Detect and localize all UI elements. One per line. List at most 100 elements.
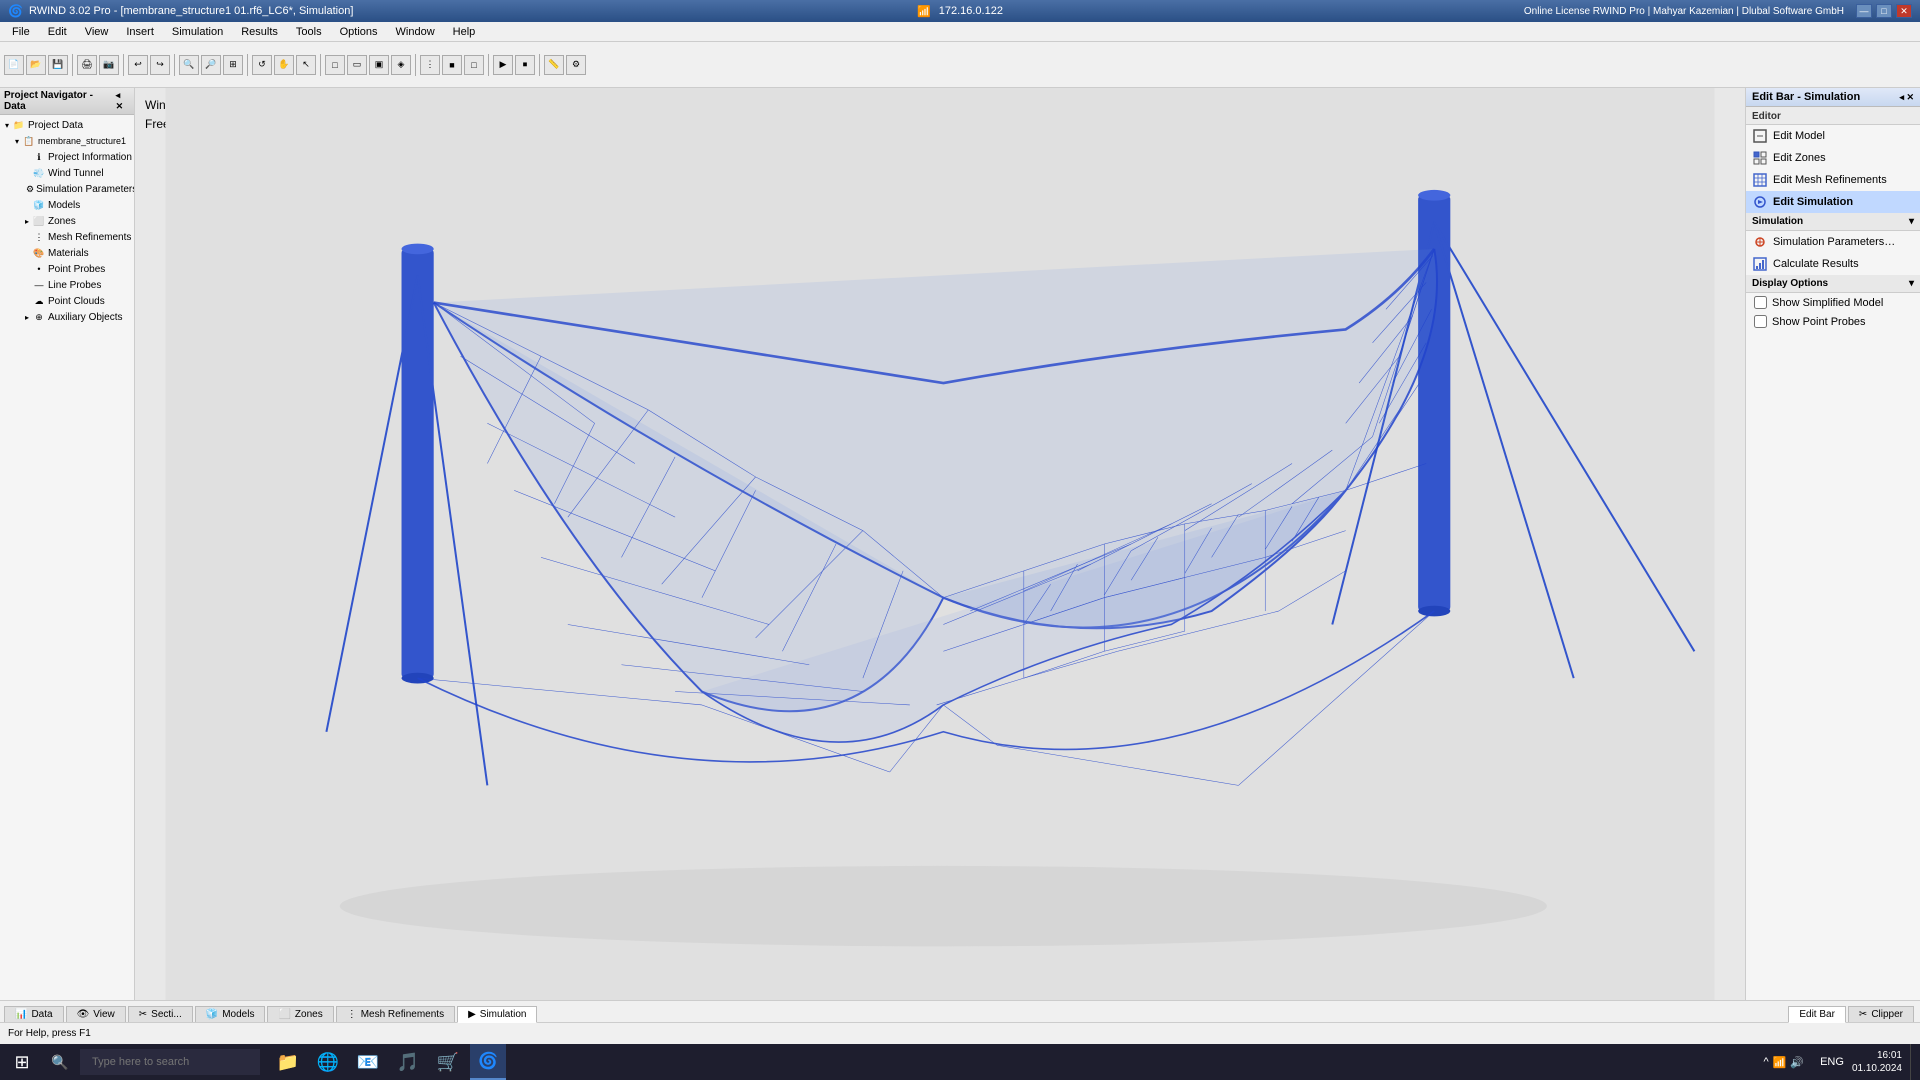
toolbar-front[interactable]: □ — [325, 55, 345, 75]
menu-view[interactable]: View — [77, 24, 117, 40]
toolbar-measure[interactable]: 📏 — [544, 55, 564, 75]
toolbar-top[interactable]: ▣ — [369, 55, 389, 75]
menu-window[interactable]: Window — [388, 24, 443, 40]
edit-model-item[interactable]: Edit Model — [1746, 125, 1920, 147]
taskbar-explorer[interactable]: 📁 — [270, 1044, 306, 1080]
viewport[interactable]: Wind Tunnel Dimensions: Dx = 80.553 m, D… — [135, 88, 1745, 1000]
toolbar-print[interactable]: 🖨 — [77, 55, 97, 75]
expand-project[interactable]: ▾ — [2, 120, 12, 130]
toolbar-redo[interactable]: ↪ — [150, 55, 170, 75]
taskbar-media[interactable]: 🎵 — [390, 1044, 426, 1080]
tab-view[interactable]: 👁 View — [66, 1006, 126, 1022]
tab-section[interactable]: ✂ Secti... — [128, 1006, 193, 1022]
system-tray-icons[interactable]: ^ 📶 🔊 — [1756, 1044, 1813, 1080]
search-button[interactable]: 🔍 — [42, 1044, 78, 1080]
clock[interactable]: 16:01 01.10.2024 — [1852, 1049, 1902, 1075]
tray-icon-1: ^ — [1764, 1056, 1769, 1068]
tab-mesh-label: Mesh Refinements — [361, 1009, 444, 1020]
tree-membrane[interactable]: ▾ 📋 membrane_structure1 — [0, 133, 134, 149]
tree-wind-tunnel[interactable]: ▸ 💨 Wind Tunnel — [0, 165, 134, 181]
edit-mesh-item[interactable]: Edit Mesh Refinements — [1746, 169, 1920, 191]
expand-aux[interactable]: ▸ — [22, 312, 32, 322]
toolbar-sep1 — [72, 54, 73, 76]
menu-edit[interactable]: Edit — [40, 24, 75, 40]
volume-tray-icon: 🔊 — [1790, 1056, 1804, 1069]
toolbar-settings[interactable]: ⚙ — [566, 55, 586, 75]
toolbar-wire[interactable]: □ — [464, 55, 484, 75]
taskbar-rwind[interactable]: 🌀 — [470, 1044, 506, 1080]
show-desktop-btn[interactable] — [1910, 1044, 1916, 1080]
tree-project-data[interactable]: ▾ 📁 Project Data — [0, 117, 134, 133]
taskbar-edge[interactable]: 🌐 — [310, 1044, 346, 1080]
menu-file[interactable]: File — [4, 24, 38, 40]
toolbar-mesh[interactable]: ⋮ — [420, 55, 440, 75]
simulation-collapse-icon[interactable]: ▾ — [1909, 216, 1914, 227]
toolbar-rotate[interactable]: ↺ — [252, 55, 272, 75]
tree-models[interactable]: ▸ 🧊 Models — [0, 197, 134, 213]
tree-point-probes[interactable]: ▸ • Point Probes — [0, 261, 134, 277]
taskbar-mail[interactable]: 📧 — [350, 1044, 386, 1080]
tree-sim-params[interactable]: ▸ ⚙ Simulation Parameters — [0, 181, 134, 197]
toolbar-fit[interactable]: ⊞ — [223, 55, 243, 75]
tree-project-info[interactable]: ▸ ℹ Project Information — [0, 149, 134, 165]
license-info: Online License RWIND Pro | Mahyar Kazemi… — [1524, 6, 1844, 17]
toolbar-stop[interactable]: ⏹ — [515, 55, 535, 75]
tab-models-icon: 🧊 — [206, 1009, 218, 1020]
edit-zones-item[interactable]: Edit Zones — [1746, 147, 1920, 169]
toolbar-zoom-out[interactable]: 🔎 — [201, 55, 221, 75]
taskbar-search-input[interactable] — [80, 1049, 260, 1075]
maximize-button[interactable]: □ — [1876, 4, 1892, 18]
toolbar-side[interactable]: ▭ — [347, 55, 367, 75]
tab-models[interactable]: 🧊 Models — [195, 1006, 266, 1022]
toolbar-zoom-in[interactable]: 🔍 — [179, 55, 199, 75]
toolbar-open[interactable]: 📂 — [26, 55, 46, 75]
display-collapse-icon[interactable]: ▾ — [1909, 278, 1914, 289]
close-button[interactable]: ✕ — [1896, 4, 1912, 18]
toolbar-sep2 — [123, 54, 124, 76]
tab-edit-bar[interactable]: Edit Bar — [1788, 1006, 1846, 1023]
toolbar-save[interactable]: 💾 — [48, 55, 68, 75]
menu-tools[interactable]: Tools — [288, 24, 330, 40]
edit-model-icon — [1752, 128, 1768, 144]
sim-params-item[interactable]: Simulation Parameters… — [1746, 231, 1920, 253]
tree-aux-objects[interactable]: ▸ ⊕ Auxiliary Objects — [0, 309, 134, 325]
toolbar-sep5 — [320, 54, 321, 76]
menu-help[interactable]: Help — [445, 24, 484, 40]
minimize-button[interactable]: — — [1856, 4, 1872, 18]
toolbar-select[interactable]: ↖ — [296, 55, 316, 75]
show-point-probes-item[interactable]: Show Point Probes — [1746, 312, 1920, 331]
tree-zones[interactable]: ▸ ⬜ Zones — [0, 213, 134, 229]
expand-zones[interactable]: ▸ — [22, 216, 32, 226]
edit-simulation-item[interactable]: Edit Simulation — [1746, 191, 1920, 213]
taskbar-store[interactable]: 🛒 — [430, 1044, 466, 1080]
tab-zones[interactable]: ⬜ Zones — [267, 1006, 333, 1022]
expand-membrane[interactable]: ▾ — [12, 136, 22, 146]
menu-options[interactable]: Options — [332, 24, 386, 40]
point-clouds-icon: ☁ — [32, 294, 46, 308]
tab-simulation[interactable]: ▶ Simulation — [457, 1006, 537, 1023]
toolbar-play[interactable]: ▶ — [493, 55, 513, 75]
menu-insert[interactable]: Insert — [118, 24, 162, 40]
toolbar-new[interactable]: 📄 — [4, 55, 24, 75]
start-button[interactable]: ⊞ — [4, 1044, 40, 1080]
show-simplified-model-checkbox[interactable] — [1754, 296, 1767, 309]
tree-point-clouds[interactable]: ▸ ☁ Point Clouds — [0, 293, 134, 309]
toolbar-screenshot[interactable]: 📷 — [99, 55, 119, 75]
toolbar-iso[interactable]: ◈ — [391, 55, 411, 75]
tree-materials[interactable]: ▸ 🎨 Materials — [0, 245, 134, 261]
menu-simulation[interactable]: Simulation — [164, 24, 231, 40]
show-point-probes-checkbox[interactable] — [1754, 315, 1767, 328]
menu-results[interactable]: Results — [233, 24, 286, 40]
tree-line-probes[interactable]: ▸ — Line Probes — [0, 277, 134, 293]
toolbar-pan[interactable]: ✋ — [274, 55, 294, 75]
tab-data[interactable]: 📊 Data — [4, 1006, 64, 1022]
calc-results-item[interactable]: Calculate Results — [1746, 253, 1920, 275]
tab-zones-icon: ⬜ — [278, 1009, 290, 1020]
tab-mesh-refinements[interactable]: ⋮ Mesh Refinements — [336, 1006, 455, 1022]
toolbar-solid[interactable]: ■ — [442, 55, 462, 75]
show-simplified-model-item[interactable]: Show Simplified Model — [1746, 293, 1920, 312]
toolbar-undo[interactable]: ↩ — [128, 55, 148, 75]
edit-mesh-icon — [1752, 172, 1768, 188]
tree-mesh[interactable]: ▸ ⋮ Mesh Refinements — [0, 229, 134, 245]
tab-clipper[interactable]: ✂ Clipper — [1848, 1006, 1914, 1022]
